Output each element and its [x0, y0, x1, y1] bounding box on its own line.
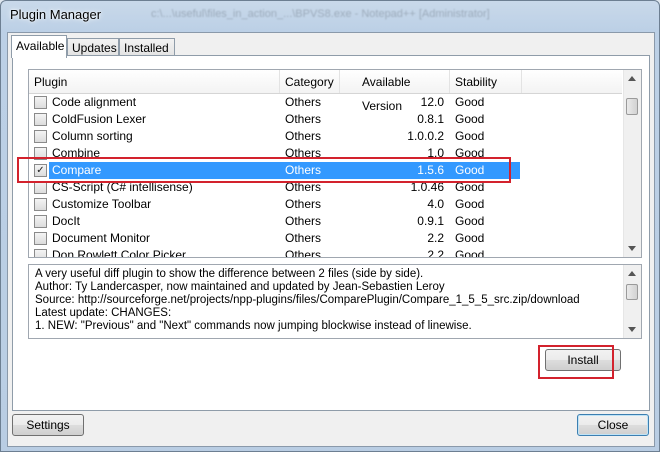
tab-available-label: Available — [16, 39, 65, 53]
settings-button[interactable]: Settings — [12, 414, 84, 436]
plugin-row[interactable]: Column sorting Others 1.0.0.2 Good — [29, 128, 622, 145]
column-header-plugin[interactable]: Plugin — [29, 70, 280, 93]
plugin-stability: Good — [455, 112, 485, 126]
plugin-checkbox[interactable] — [34, 113, 47, 126]
description-line: Author: Ty Landercasper, now maintained … — [35, 281, 445, 293]
plugin-version: 4.0 — [427, 197, 444, 211]
plugin-stability: Good — [455, 180, 485, 194]
window-title: Plugin Manager — [10, 7, 102, 22]
column-header-available-version[interactable]: Available Version — [340, 70, 450, 113]
plugin-row[interactable]: Combine Others 1.0 Good — [29, 145, 622, 162]
description-line: A very useful diff plugin to show the di… — [35, 268, 424, 280]
plugin-checkbox[interactable] — [34, 130, 47, 143]
plugin-category: Others — [285, 163, 322, 177]
plugin-row[interactable]: ColdFusion Lexer Others 0.8.1 Good — [29, 111, 622, 128]
plugin-name: Document Monitor — [52, 231, 151, 245]
plugin-checkbox[interactable] — [34, 198, 47, 211]
plugin-category: Others — [285, 214, 322, 228]
plugin-stability: Good — [455, 197, 485, 211]
tab-installed[interactable]: Installed — [119, 38, 175, 56]
plugin-name: Code alignment — [52, 95, 137, 109]
plugin-name: Column sorting — [52, 129, 133, 143]
plugin-checkbox[interactable] — [34, 96, 47, 109]
scrollbar-thumb[interactable] — [626, 98, 638, 115]
install-button[interactable]: Install — [545, 349, 621, 371]
plugin-category: Others — [285, 129, 322, 143]
scroll-down-icon[interactable] — [628, 327, 636, 332]
plugin-stability: Good — [455, 146, 485, 160]
plugin-checkbox[interactable] — [34, 215, 47, 228]
plugin-version: 1.0.46 — [410, 180, 444, 194]
plugin-category: Others — [285, 112, 322, 126]
plugin-row[interactable]: Customize Toolbar Others 4.0 Good — [29, 196, 622, 213]
plugin-version: 2.2 — [427, 248, 444, 258]
checkmark-icon[interactable]: ✓ — [34, 164, 47, 177]
title-bar[interactable]: c:\...\useful\files_in_action_...\BPVS8.… — [1, 1, 659, 31]
description-line: Source: http://sourceforge.net/projects/… — [35, 294, 580, 306]
plugin-category: Others — [285, 231, 322, 245]
plugin-version: 1.5.6 — [417, 163, 444, 177]
tab-installed-label: Installed — [124, 41, 169, 55]
tab-updates-label: Updates — [72, 41, 117, 55]
background-window-title: c:\...\useful\files_in_action_...\BPVS8.… — [151, 8, 490, 20]
plugin-stability: Good — [455, 248, 485, 258]
plugin-version: 0.9.1 — [417, 214, 444, 228]
plugin-row[interactable]: Don Rowlett Color Picker Others 2.2 Good — [29, 247, 622, 258]
plugin-name: Customize Toolbar — [52, 197, 152, 211]
plugin-category: Others — [285, 248, 322, 258]
plugin-stability: Good — [455, 95, 485, 109]
plugin-list[interactable]: Plugin Category Available Version Stabil… — [28, 69, 642, 258]
plugin-name: CS-Script (C# intellisense) — [52, 180, 193, 194]
plugin-name: Combine — [52, 146, 101, 160]
close-button[interactable]: Close — [577, 414, 649, 436]
plugin-row[interactable]: DocIt Others 0.9.1 Good — [29, 213, 622, 230]
plugin-checkbox[interactable] — [34, 232, 47, 245]
plugin-version: 1.0 — [427, 146, 444, 160]
plugin-version: 12.0 — [420, 95, 444, 109]
plugin-stability: Good — [455, 163, 485, 177]
plugin-category: Others — [285, 180, 322, 194]
plugin-row[interactable]: ✓ Compare Others 1.5.6 Good — [29, 162, 622, 179]
plugin-name: DocIt — [52, 214, 81, 228]
scrollbar-thumb[interactable] — [626, 284, 638, 300]
plugin-list-scrollbar[interactable] — [623, 70, 641, 257]
plugin-version: 0.8.1 — [417, 112, 444, 126]
column-header-stability[interactable]: Stability — [450, 70, 522, 93]
plugin-list-header: Plugin Category Available Version Stabil… — [29, 70, 622, 113]
dialog-client-area: Available Updates Installed Plugin Categ… — [7, 32, 655, 447]
plugin-stability: Good — [455, 129, 485, 143]
plugin-stability: Good — [455, 231, 485, 245]
description-scrollbar[interactable] — [623, 265, 641, 338]
plugin-name: Compare — [52, 163, 102, 177]
plugin-checkbox[interactable] — [34, 147, 47, 160]
column-header-category[interactable]: Category — [280, 70, 340, 93]
plugin-list-body: Code alignment Others 12.0 Good ColdFusion L… — [29, 94, 622, 257]
tab-updates[interactable]: Updates — [67, 38, 119, 56]
plugin-category: Others — [285, 95, 322, 109]
plugin-checkbox[interactable] — [34, 249, 47, 257]
tab-available[interactable]: Available — [11, 35, 67, 58]
plugin-description[interactable]: A very useful diff plugin to show the di… — [28, 264, 642, 339]
plugin-name: Don Rowlett Color Picker — [52, 248, 187, 258]
plugin-checkbox[interactable] — [34, 181, 47, 194]
scroll-up-icon[interactable] — [628, 271, 636, 276]
description-line: Latest update: CHANGES: — [35, 307, 172, 319]
plugin-version: 1.0.0.2 — [407, 129, 444, 143]
plugin-row[interactable]: CS-Script (C# intellisense) Others 1.0.46 G… — [29, 179, 622, 196]
scroll-down-icon[interactable] — [628, 246, 636, 251]
plugin-name: ColdFusion Lexer — [52, 112, 147, 126]
description-line: 1. NEW: "Previous" and "Next" commands n… — [35, 320, 472, 332]
plugin-row[interactable]: Code alignment Others 12.0 Good — [29, 94, 622, 111]
plugin-category: Others — [285, 146, 322, 160]
plugin-manager-window: c:\...\useful\files_in_action_...\BPVS8.… — [0, 0, 660, 452]
plugin-stability: Good — [455, 214, 485, 228]
plugin-category: Others — [285, 197, 322, 211]
plugin-row[interactable]: Document Monitor Others 2.2 Good — [29, 230, 622, 247]
scroll-up-icon[interactable] — [628, 76, 636, 81]
plugin-version: 2.2 — [427, 231, 444, 245]
